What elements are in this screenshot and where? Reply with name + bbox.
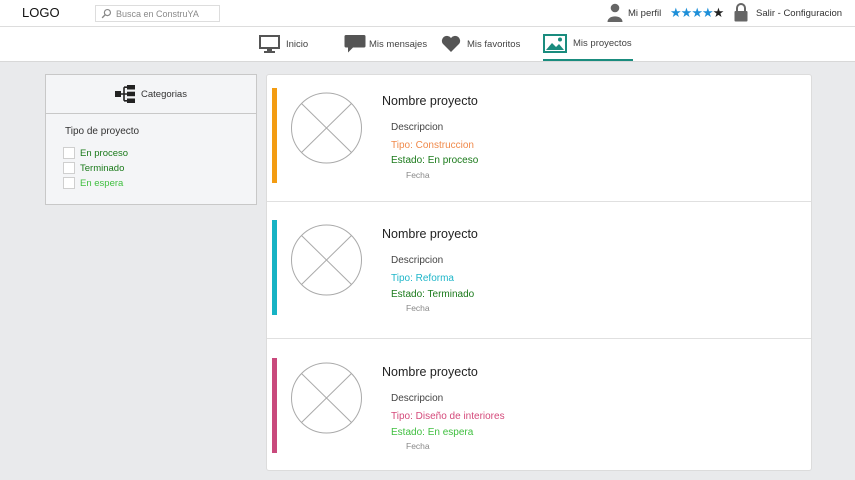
image-placeholder-icon [291, 224, 362, 296]
hierarchy-icon [115, 85, 136, 103]
project-date: Fecha [406, 303, 430, 313]
project-date: Fecha [406, 170, 430, 180]
checkbox[interactable] [63, 177, 75, 189]
main-nav: Inicio Mis mensajes Mis favoritos Mis pr… [0, 27, 855, 62]
filter-terminado[interactable]: Terminado [63, 162, 124, 174]
rating-stars: ★★★★★ [670, 5, 725, 21]
monitor-icon [259, 34, 280, 53]
checkbox[interactable] [63, 162, 75, 174]
status-accent-bar [272, 358, 277, 453]
filter-en-proceso[interactable]: En proceso [63, 147, 128, 159]
logout-settings-link[interactable]: Salir - Configuracion [756, 8, 842, 19]
star-filled-icon: ★ [680, 5, 693, 20]
search-placeholder: Busca en ConstruYA [116, 8, 199, 19]
tab-inicio[interactable]: Inicio [259, 27, 308, 61]
filter-en-espera[interactable]: En espera [63, 177, 123, 189]
project-title[interactable]: Nombre proyecto [382, 227, 478, 241]
lock-icon[interactable] [733, 3, 749, 22]
tab-mis-proyectos[interactable]: Mis proyectos [543, 27, 633, 61]
project-description: Descripcion [391, 122, 444, 133]
profile-link[interactable]: Mi perfil [628, 8, 661, 19]
image-icon [543, 33, 567, 53]
project-date: Fecha [406, 441, 430, 451]
filter-title: Tipo de proyecto [65, 126, 140, 137]
tab-mis-mensajes[interactable]: Mis mensajes [344, 27, 427, 61]
categories-panel: Categorias Tipo de proyecto En proceso T… [45, 74, 257, 205]
project-title[interactable]: Nombre proyecto [382, 365, 478, 379]
project-title[interactable]: Nombre proyecto [382, 94, 478, 108]
star-filled-icon: ★ [670, 5, 682, 20]
logo[interactable]: LOGO [22, 5, 60, 20]
star-empty-icon: ★ [712, 5, 725, 20]
star-filled-icon: ★ [701, 5, 714, 20]
categories-label: Categorias [141, 88, 187, 100]
project-card[interactable]: Nombre proyecto Descripcion Tipo: Reform… [267, 201, 811, 338]
project-description: Descripcion [391, 255, 444, 266]
top-bar: LOGO Busca en ConstruYA Mi perfil ★★★★★ … [0, 0, 855, 27]
project-type: Tipo: Diseño de interiores [391, 411, 505, 422]
speech-bubble-icon [344, 35, 366, 53]
filter-label: En espera [80, 177, 124, 189]
search-input[interactable]: Busca en ConstruYA [95, 5, 220, 22]
status-accent-bar [272, 88, 277, 183]
tab-mis-favoritos[interactable]: Mis favoritos [441, 27, 520, 61]
project-type: Tipo: Reforma [391, 273, 454, 284]
star-filled-icon: ★ [691, 5, 703, 20]
project-state: Estado: En proceso [391, 155, 479, 166]
image-placeholder-icon [291, 362, 362, 434]
project-state: Estado: Terminado [391, 289, 475, 300]
image-placeholder-icon [291, 92, 362, 164]
filter-label: En proceso [80, 147, 129, 159]
project-card[interactable]: Nombre proyecto Descripcion Tipo: Constr… [267, 75, 811, 201]
filter-label: Terminado [80, 162, 125, 174]
project-card[interactable]: Nombre proyecto Descripcion Tipo: Diseño… [267, 338, 811, 470]
user-icon[interactable] [607, 3, 623, 22]
project-description: Descripcion [391, 393, 444, 404]
heart-icon [441, 35, 461, 52]
status-accent-bar [272, 220, 277, 315]
tab-mis-mensajes-label: Mis mensajes [369, 38, 428, 50]
search-icon [101, 8, 112, 19]
checkbox[interactable] [63, 147, 75, 159]
categories-header[interactable]: Categorias [46, 75, 256, 114]
project-state: Estado: En espera [391, 427, 474, 438]
project-list: Nombre proyecto Descripcion Tipo: Constr… [266, 74, 812, 471]
tab-inicio-label: Inicio [286, 38, 309, 50]
tab-mis-proyectos-label: Mis proyectos [573, 37, 632, 49]
project-type: Tipo: Construccion [391, 140, 474, 151]
tab-mis-favoritos-label: Mis favoritos [467, 38, 521, 50]
